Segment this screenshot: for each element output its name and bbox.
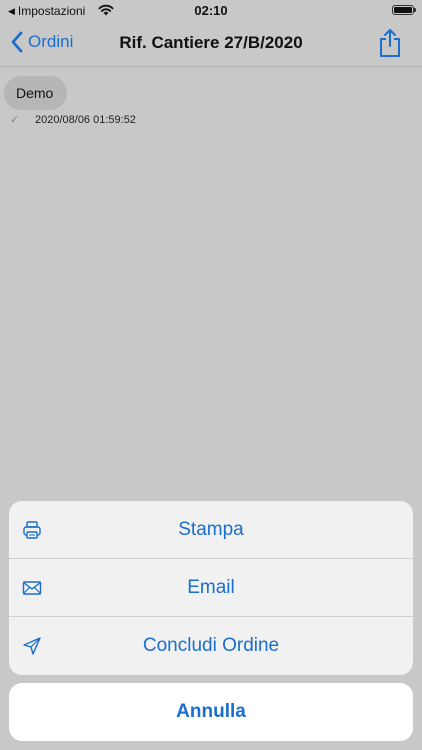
message-meta: ✓ 2020/08/06 01:59:52 (10, 113, 136, 127)
action-label: Concludi Ordine (142, 635, 280, 656)
navigation-bar: Ordini Rif. Cantiere 27/B/2020 (0, 22, 422, 67)
app-screen: ◀ Impostazioni 02:10 Ordini Rif. Cantier… (0, 0, 422, 750)
battery-icon (392, 5, 416, 15)
checkmark-icon: ✓ (10, 114, 20, 126)
action-label: Email (187, 577, 235, 598)
share-icon[interactable] (378, 28, 402, 58)
message-bubble[interactable]: Demo (4, 76, 68, 110)
action-conclude-order[interactable]: Concludi Ordine (9, 617, 413, 675)
cancel-button[interactable]: Annulla (9, 683, 413, 741)
status-time: 02:10 (194, 3, 228, 18)
action-sheet: Stampa Email Concludi Ordine (9, 501, 413, 675)
action-label: Stampa (178, 519, 244, 540)
message-timestamp: 2020/08/06 01:59:52 (35, 113, 136, 126)
action-print[interactable]: Stampa (9, 501, 413, 559)
action-email[interactable]: Email (9, 559, 413, 617)
page-title: Rif. Cantiere 27/B/2020 (119, 33, 303, 52)
cancel-label: Annulla (176, 701, 246, 722)
status-bar: ◀ Impostazioni 02:10 (0, 0, 422, 22)
